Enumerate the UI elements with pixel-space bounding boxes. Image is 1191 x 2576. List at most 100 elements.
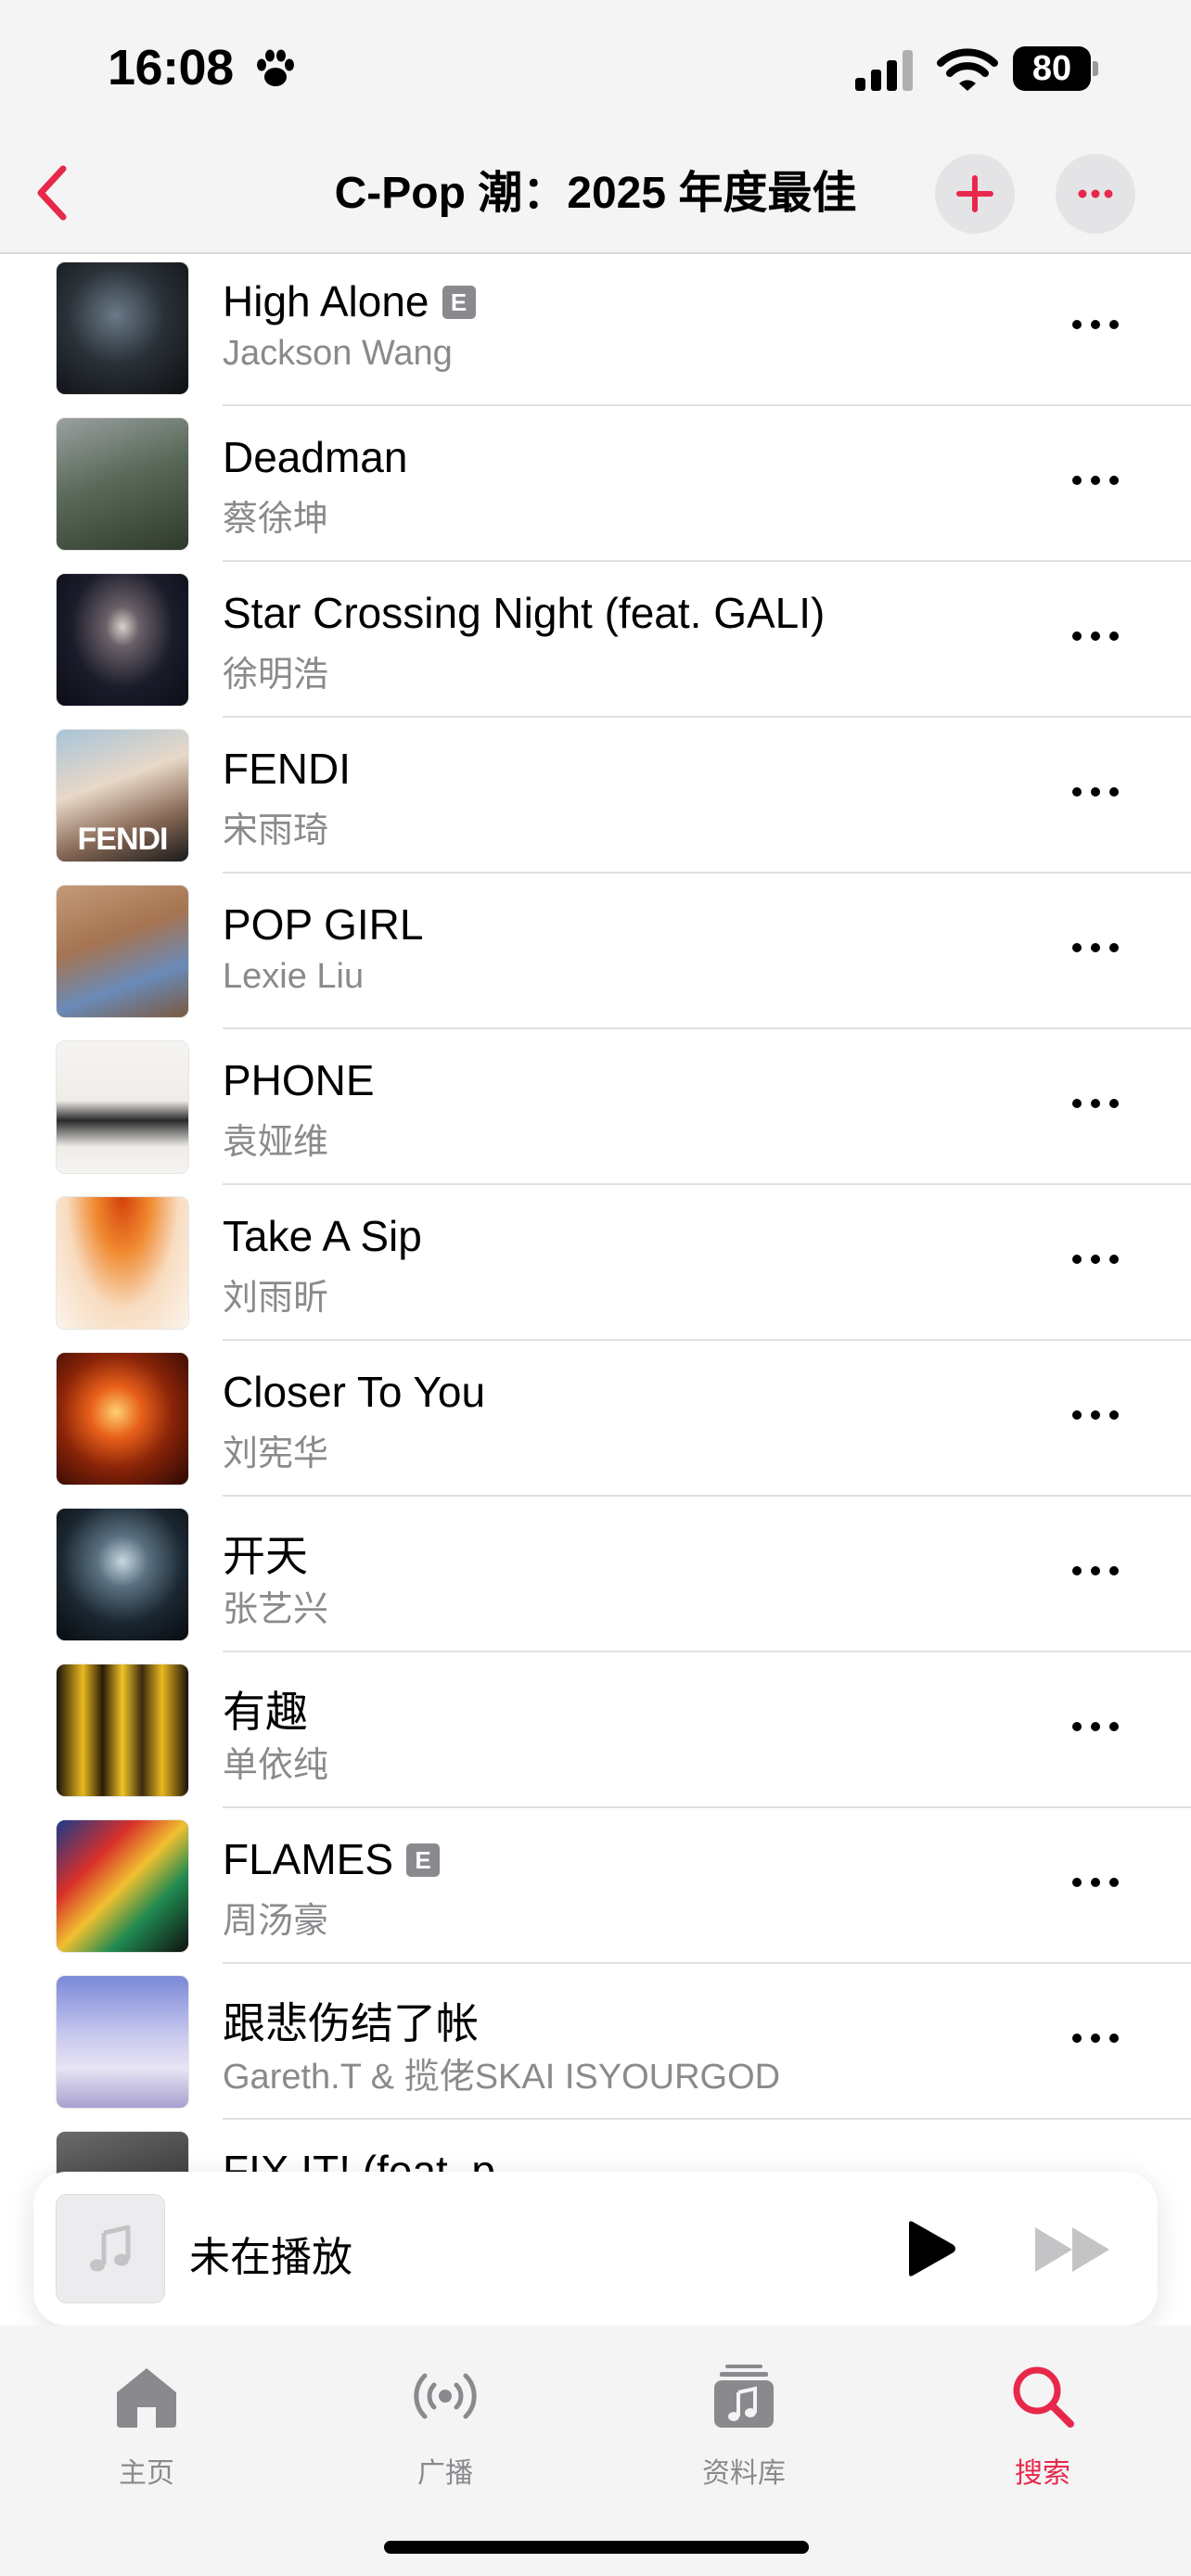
cellular-signal-icon: [855, 50, 913, 91]
album-artwork: [56, 573, 189, 707]
track-title: POP GIRL: [223, 900, 424, 949]
track-title: High Alone E: [223, 276, 476, 326]
tab-label: 主页: [119, 2458, 174, 2489]
ellipsis-icon: [1072, 2034, 1119, 2043]
tab-search[interactable]: 搜索: [950, 2361, 1135, 2491]
track-more-button[interactable]: [1054, 922, 1137, 974]
tab-bar: 主页 广播 资料库 搜索: [0, 2326, 1191, 2576]
track-row[interactable]: Deadman 蔡徐坤: [0, 412, 1191, 567]
track-more-button[interactable]: [1054, 1856, 1137, 1908]
album-artwork: [56, 1975, 189, 2109]
wifi-icon: [937, 48, 998, 91]
row-divider: [223, 1962, 1191, 1964]
ellipsis-icon: [1078, 189, 1113, 198]
album-artwork: [56, 261, 189, 395]
row-divider: [223, 1027, 1191, 1029]
album-artwork: [56, 1508, 189, 1641]
ellipsis-icon: [1072, 787, 1119, 797]
ellipsis-icon: [1072, 1566, 1119, 1575]
status-bar: 16:08 80: [0, 0, 1191, 139]
track-more-button[interactable]: [1054, 766, 1137, 818]
mini-player-artwork: [56, 2194, 165, 2303]
track-artist: Lexie Liu: [223, 957, 365, 996]
play-icon[interactable]: [896, 2218, 961, 2279]
row-divider: [223, 1183, 1191, 1185]
row-divider: [223, 2118, 1191, 2120]
plus-icon: [956, 175, 993, 212]
tab-library[interactable]: 资料库: [651, 2361, 837, 2491]
track-title: Take A Sip: [223, 1212, 422, 1260]
row-divider: [223, 1495, 1191, 1497]
ellipsis-icon: [1072, 1722, 1119, 1731]
track-row[interactable]: FLAMES E 周汤豪: [0, 1814, 1191, 1970]
track-row[interactable]: PHONE 袁娅维: [0, 1035, 1191, 1191]
track-row[interactable]: 开天 张艺兴: [0, 1502, 1191, 1658]
album-artwork: [56, 1040, 189, 1174]
track-row[interactable]: Star Crossing Night (feat. GALI) 徐明浩: [0, 567, 1191, 723]
fast-forward-icon[interactable]: [1031, 2222, 1115, 2277]
paw-icon: [257, 49, 294, 86]
track-artist: 蔡徐坤: [223, 500, 329, 539]
track-more-button[interactable]: [1054, 1701, 1137, 1753]
track-more-button[interactable]: [1054, 1389, 1137, 1441]
album-artwork: FENDI: [56, 729, 189, 862]
track-row[interactable]: FIX IT! (feat. p: [0, 2125, 1191, 2175]
track-row[interactable]: FENDI FENDI 宋雨琦: [0, 723, 1191, 879]
ellipsis-icon: [1072, 1255, 1119, 1264]
track-artist: 张艺兴: [223, 1590, 329, 1629]
ellipsis-icon: [1072, 1410, 1119, 1420]
track-title: PHONE: [223, 1056, 375, 1104]
track-artist: 刘宪华: [223, 1435, 329, 1473]
track-more-button[interactable]: [1054, 610, 1137, 662]
back-chevron-icon[interactable]: [32, 163, 72, 223]
album-art-text: FENDI: [77, 822, 169, 857]
track-more-button[interactable]: [1054, 299, 1137, 351]
home-icon: [117, 2368, 176, 2428]
track-row[interactable]: Closer To You 刘宪华: [0, 1346, 1191, 1502]
track-row[interactable]: POP GIRL Lexie Liu: [0, 879, 1191, 1035]
track-title: 开天: [223, 1532, 308, 1580]
track-title: 有趣: [223, 1688, 308, 1736]
track-artist: Jackson Wang: [223, 334, 453, 373]
album-artwork: [56, 1352, 189, 1486]
track-more-button[interactable]: [1054, 454, 1137, 506]
track-title: Star Crossing Night (feat. GALI): [223, 589, 826, 637]
page-title: C-Pop 潮：2025 年度最佳: [334, 169, 857, 218]
tab-label: 搜索: [1015, 2458, 1070, 2489]
track-artist: 单依纯: [223, 1746, 329, 1785]
track-row[interactable]: High Alone E Jackson Wang: [0, 256, 1191, 412]
row-divider: [223, 1651, 1191, 1652]
more-options-button[interactable]: [1056, 154, 1135, 234]
ellipsis-icon: [1072, 1878, 1119, 1887]
track-title: 跟悲伤结了帐: [223, 1999, 479, 2047]
track-more-button[interactable]: [1054, 2012, 1137, 2064]
track-title: FENDI: [223, 745, 351, 793]
track-row[interactable]: Take A Sip 刘雨昕: [0, 1191, 1191, 1346]
track-more-button[interactable]: [1054, 1233, 1137, 1285]
track-row[interactable]: 跟悲伤结了帐 Gareth.T & 揽佬SKAI ISYOURGOD: [0, 1970, 1191, 2125]
album-artwork: [56, 2131, 189, 2175]
ellipsis-icon: [1072, 476, 1119, 485]
row-divider: [223, 716, 1191, 718]
track-title: Closer To You: [223, 1368, 486, 1416]
track-title: FLAMES E: [223, 1834, 441, 1884]
tab-radio[interactable]: 广播: [352, 2361, 538, 2491]
track-artist: Gareth.T & 揽佬SKAI ISYOURGOD: [223, 2058, 781, 2097]
track-artist: 刘雨昕: [223, 1279, 329, 1318]
album-artwork: [56, 885, 189, 1018]
album-artwork: [56, 1664, 189, 1797]
explicit-badge: E: [442, 286, 476, 319]
add-button[interactable]: [935, 154, 1015, 234]
music-note-icon: [90, 2225, 131, 2272]
home-indicator[interactable]: [384, 2541, 809, 2554]
track-row[interactable]: 有趣 单依纯: [0, 1658, 1191, 1814]
track-more-button[interactable]: [1054, 1078, 1137, 1129]
tab-label: 广播: [417, 2458, 473, 2489]
album-artwork: [56, 1196, 189, 1330]
row-divider: [223, 560, 1191, 562]
mini-player[interactable]: 未在播放: [33, 2172, 1158, 2326]
now-playing-title: 未在播放: [189, 2235, 352, 2280]
ellipsis-icon: [1072, 631, 1119, 641]
tab-home[interactable]: 主页: [54, 2361, 239, 2491]
track-more-button[interactable]: [1054, 1545, 1137, 1597]
